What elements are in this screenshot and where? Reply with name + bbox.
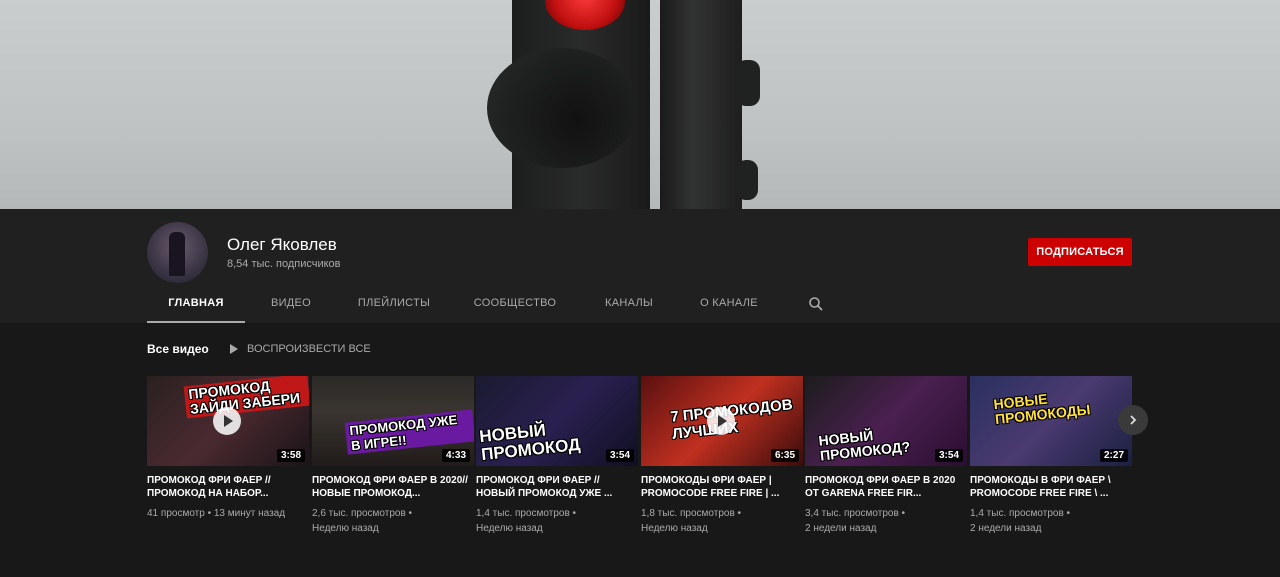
traffic-light-bracket-lower [736,160,758,200]
tab-community[interactable]: СООБЩЕСТВО [469,287,561,323]
tab-playlists[interactable]: ПЛЕЙЛИСТЫ [350,287,438,323]
play-icon [213,407,241,435]
video-duration: 2:27 [1099,449,1128,462]
video-title[interactable]: ПРОМОКОД ФРИ ФАЕР // НОВЫЙ ПРОМОКОД УЖЕ … [476,474,638,500]
play-icon [230,344,238,354]
video-duration: 3:58 [276,449,305,462]
traffic-light-bracket [736,60,760,106]
video-card[interactable]: ПРОМОКОД ЗАЙДИ ЗАБЕРИ 3:58 ПРОМОКОД ФРИ … [147,376,309,521]
video-meta: 2,6 тыс. просмотров • Неделю назад [312,506,474,536]
play-all-label: ВОСПРОИЗВЕСТИ ВСЕ [247,343,371,355]
section-title: Все видео [147,342,209,356]
video-title[interactable]: ПРОМОКОДЫ ФРИ ФАЕР | PROMOCODE FREE FIRE… [641,474,803,500]
video-card[interactable]: 7 ПРОМОКОДОВ ЛУЧШИХ 6:35 ПРОМОКОДЫ ФРИ Ф… [641,376,803,536]
video-card[interactable]: НОВЫЙ ПРОМОКОД? 3:54 ПРОМОКОД ФРИ ФАЕР В… [805,376,967,536]
video-duration: 6:35 [770,449,799,462]
tab-about[interactable]: О КАНАЛЕ [695,287,763,323]
video-thumbnail[interactable]: 7 ПРОМОКОДОВ ЛУЧШИХ 6:35 [641,376,803,466]
video-views-time: 1,8 тыс. просмотров • [641,508,742,519]
video-duration: 3:54 [605,449,634,462]
subscribe-button[interactable]: ПОДПИСАТЬСЯ [1028,238,1132,266]
search-icon[interactable] [808,296,824,312]
video-meta: 3,4 тыс. просмотров • 2 недели назад [805,506,967,536]
video-views-time: 2,6 тыс. просмотров • [312,508,413,519]
video-meta: 1,4 тыс. просмотров • 2 недели назад [970,506,1132,536]
video-thumbnail[interactable]: ПРОМОКОД УЖЕ В ИГРЕ!! 4:33 [312,376,474,466]
video-age: Неделю назад [641,523,708,534]
tab-videos[interactable]: ВИДЕО [257,287,325,323]
video-title[interactable]: ПРОМОКОД ФРИ ФАЕР // ПРОМОКОД НА НАБОР..… [147,474,309,500]
video-thumbnail[interactable]: НОВЫЙ ПРОМОКОД? 3:54 [805,376,967,466]
video-meta: 1,4 тыс. просмотров • Неделю назад [476,506,638,536]
video-meta: 41 просмотр • 13 минут назад [147,506,309,521]
chevron-right-icon [1130,415,1137,425]
channel-name: Олег Яковлев [227,235,337,254]
video-title[interactable]: ПРОМОКОД ФРИ ФАЕР В 2020//НОВЫЕ ПРОМОКОД… [312,474,474,500]
channel-banner [0,0,1280,209]
tab-channels[interactable]: КАНАЛЫ [595,287,663,323]
traffic-light-pole [660,0,742,209]
video-meta: 1,8 тыс. просмотров • Неделю назад [641,506,803,536]
video-views-time: 1,4 тыс. просмотров • [970,508,1071,519]
video-card[interactable]: НОВЫЙ ПРОМОКОД 3:54 ПРОМОКОД ФРИ ФАЕР //… [476,376,638,536]
video-age: 2 недели назад [805,523,877,534]
video-thumbnail[interactable]: НОВЫЙ ПРОМОКОД 3:54 [476,376,638,466]
video-thumbnail[interactable]: ПРОМОКОД ЗАЙДИ ЗАБЕРИ 3:58 [147,376,309,466]
video-age: Неделю назад [476,523,543,534]
subscriber-count: 8,54 тыс. подписчиков [227,258,341,270]
play-all-button[interactable]: ВОСПРОИЗВЕСТИ ВСЕ [230,343,371,355]
video-shelf: ПРОМОКОД ЗАЙДИ ЗАБЕРИ 3:58 ПРОМОКОД ФРИ … [147,376,1133,536]
video-age: 2 недели назад [970,523,1042,534]
video-duration: 4:33 [441,449,470,462]
video-views-time: 1,4 тыс. просмотров • [476,508,577,519]
video-title[interactable]: ПРОМОКОДЫ В ФРИ ФАЕР \ PROMOCODE FREE FI… [970,474,1132,500]
tab-home[interactable]: ГЛАВНАЯ [147,287,245,323]
video-thumbnail[interactable]: НОВЫЕ ПРОМОКОДЫ 2:27 [970,376,1132,466]
play-icon [707,407,735,435]
video-card[interactable]: НОВЫЕ ПРОМОКОДЫ 2:27 ПРОМОКОДЫ В ФРИ ФАЕ… [970,376,1132,536]
video-card[interactable]: ПРОМОКОД УЖЕ В ИГРЕ!! 4:33 ПРОМОКОД ФРИ … [312,376,474,536]
video-age: Неделю назад [312,523,379,534]
video-duration: 3:54 [934,449,963,462]
shelf-next-button[interactable] [1118,405,1148,435]
video-views-time: 41 просмотр • 13 минут назад [147,508,286,519]
channel-avatar[interactable] [147,222,208,283]
video-views-time: 3,4 тыс. просмотров • [805,508,906,519]
video-title[interactable]: ПРОМОКОД ФРИ ФАЕР В 2020 ОТ GARENA FREE … [805,474,967,500]
traffic-light-hood [487,48,637,168]
